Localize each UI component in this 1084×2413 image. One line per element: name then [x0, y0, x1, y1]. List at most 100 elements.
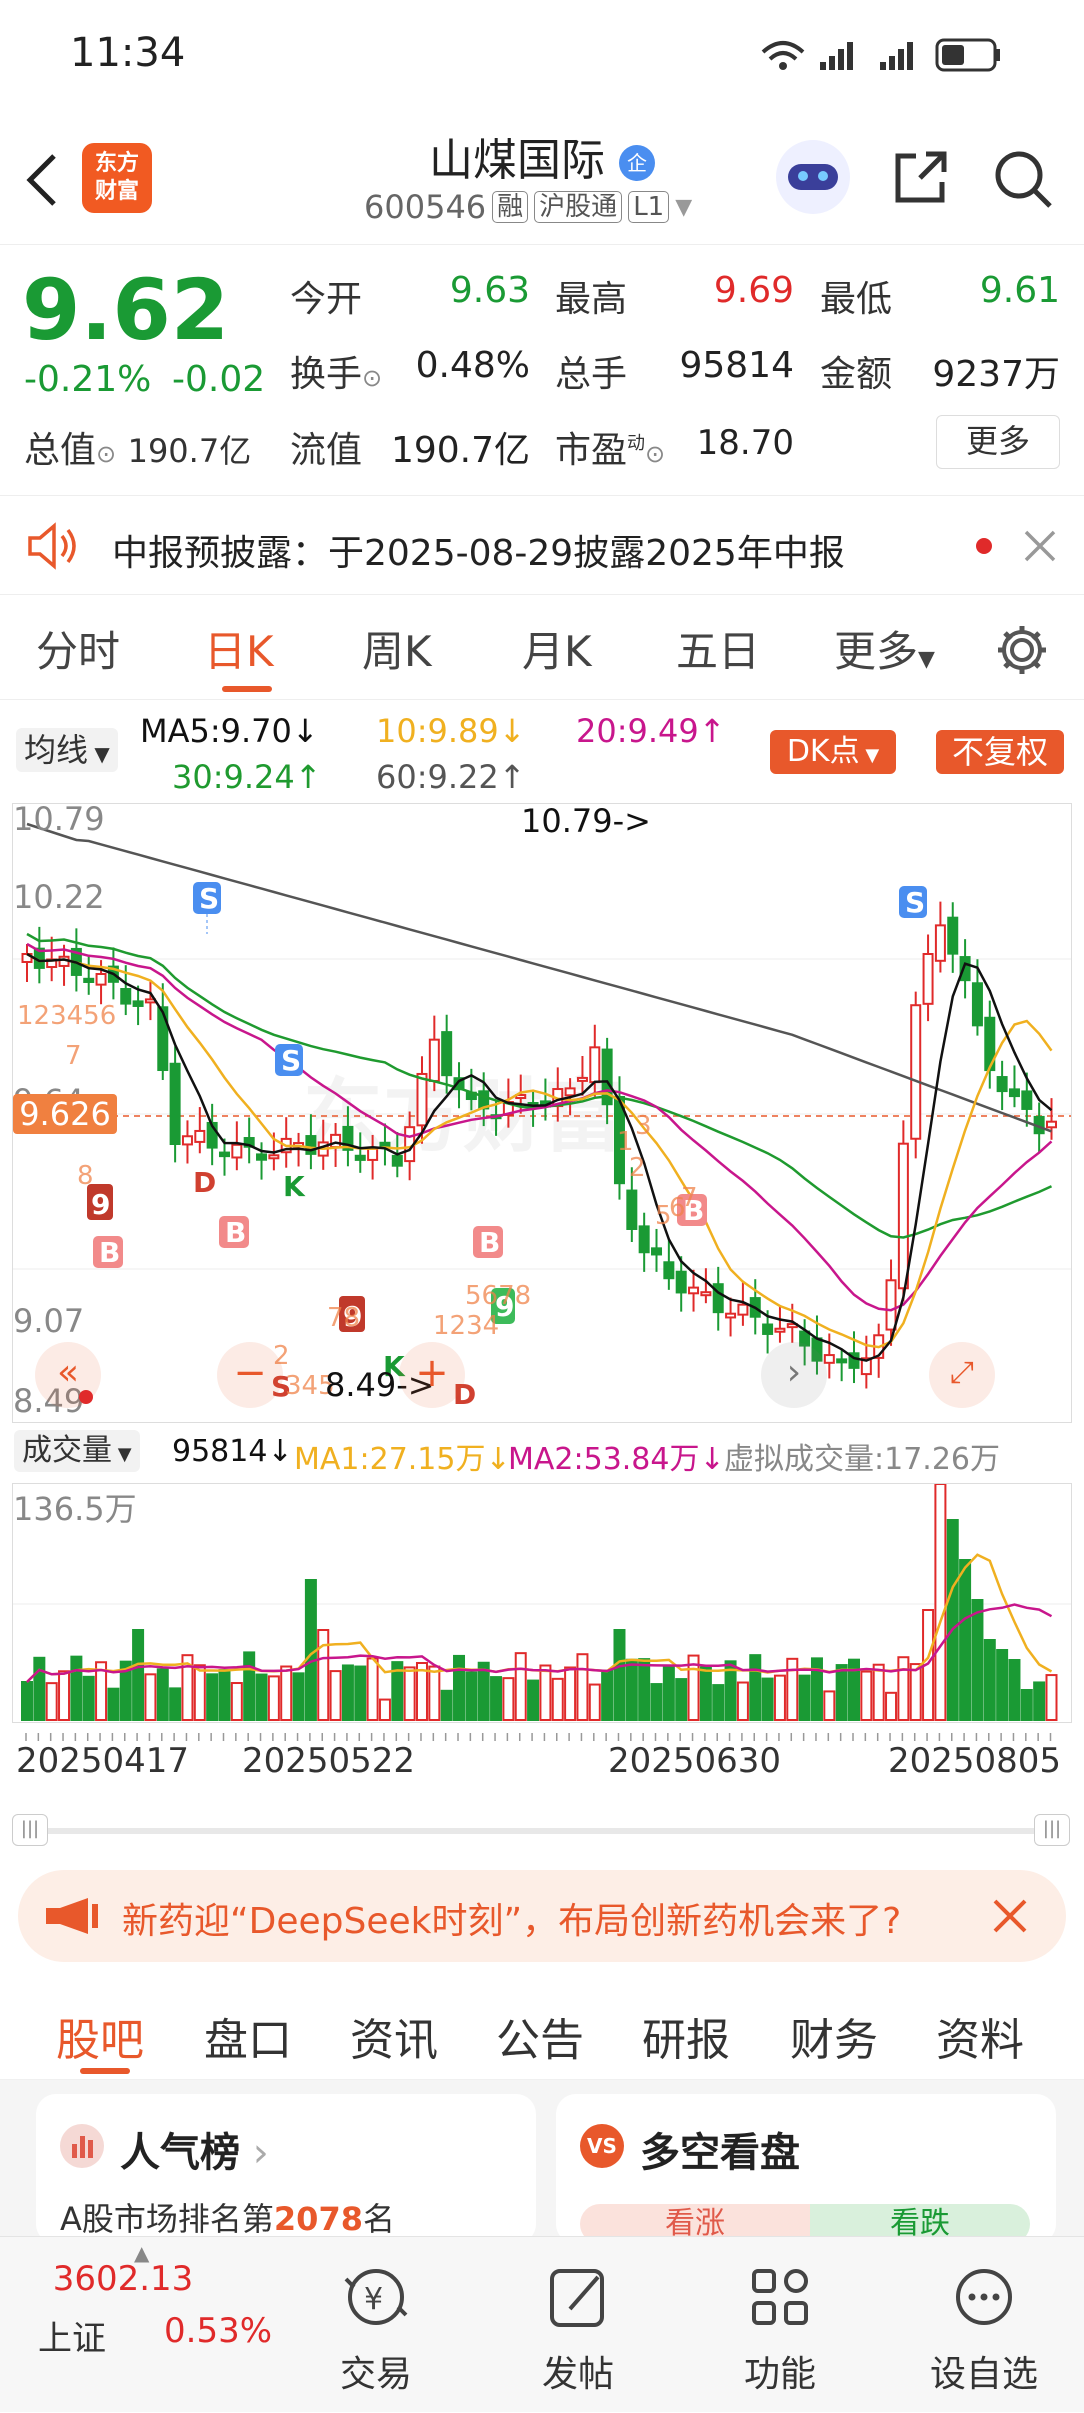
volume-bar	[243, 1651, 256, 1721]
turnover-value: 0.48%	[415, 345, 530, 386]
volume-bar	[934, 1483, 947, 1721]
search-icon[interactable]	[992, 148, 1056, 212]
volume-chart[interactable]: 136.5万	[12, 1483, 1072, 1723]
range-handle-left[interactable]: |||	[12, 1814, 48, 1846]
live-dot	[79, 1390, 93, 1404]
tab-more[interactable]: 更多▼	[834, 618, 935, 679]
nav-post[interactable]: 发帖	[508, 2237, 648, 2413]
volume-bar	[712, 1684, 725, 1722]
tab-news[interactable]: 资讯	[350, 2004, 438, 2068]
tab-research[interactable]: 研报	[642, 2004, 730, 2068]
close-icon[interactable]	[1022, 528, 1058, 564]
tab-guba[interactable]: 股吧	[56, 2004, 144, 2068]
k-marker: K	[283, 1170, 306, 1203]
popularity-card[interactable]: 人气榜 › A股市场排名第2078名	[36, 2094, 536, 2244]
candle-body	[416, 1072, 428, 1127]
mktcap-label[interactable]: 总值⊙ 190.7亿	[24, 421, 251, 473]
d-marker: D	[193, 1166, 216, 1199]
volume-bar	[144, 1673, 157, 1721]
change-pct: -0.21%	[24, 359, 152, 400]
settings-gear-icon[interactable]	[994, 622, 1050, 678]
tab-daily-k[interactable]: 日K	[204, 618, 274, 679]
candle-body	[391, 1154, 403, 1167]
nav-add-watchlist[interactable]: 设自选	[914, 2237, 1054, 2413]
volume-bar	[959, 1559, 972, 1721]
svg-text:7: 7	[681, 1183, 698, 1213]
svg-text:3: 3	[635, 1111, 652, 1141]
scroll-track	[42, 1828, 1042, 1834]
tab-monthly-k[interactable]: 月K	[522, 618, 592, 679]
signal-icon-2	[880, 42, 913, 70]
candle-body	[885, 1279, 897, 1331]
tab-weekly-k[interactable]: 周K	[362, 618, 432, 679]
more-button[interactable]: 更多	[936, 415, 1060, 469]
active-tab-indicator	[80, 2068, 130, 2074]
close-icon[interactable]	[992, 1898, 1028, 1934]
candle-body	[762, 1323, 774, 1335]
bull-bear-card[interactable]: VS 多空看盘 看涨 看跌	[556, 2094, 1056, 2244]
scroll-right-button[interactable]: ›	[761, 1342, 827, 1408]
nav-functions[interactable]: 功能	[710, 2237, 850, 2413]
volume-bar	[699, 1666, 712, 1721]
nav-trade[interactable]: ¥ 交易	[306, 2237, 446, 2413]
megaphone-icon	[46, 1898, 98, 1934]
date-axis: 20250417 20250522 20250630 20250805	[0, 1733, 1084, 1783]
open-value: 9.63	[449, 270, 530, 311]
volume-bar	[21, 1681, 33, 1721]
caret-down-icon: ▼	[112, 1444, 132, 1465]
candle-body	[428, 1038, 440, 1082]
volume-bar	[823, 1690, 836, 1722]
volume-bar	[440, 1689, 453, 1722]
svg-text:8: 8	[77, 1161, 94, 1191]
stock-code: 600546	[364, 188, 487, 226]
tab-five-day[interactable]: 五日	[676, 618, 760, 679]
zoom-out-button[interactable]: −	[217, 1342, 283, 1408]
feature-cards: 人气榜 › A股市场排名第2078名 VS 多空看盘 看涨 看跌	[0, 2080, 1084, 2244]
candle-body	[367, 1147, 379, 1161]
trade-icon: ¥	[344, 2269, 408, 2325]
candle-body	[823, 1354, 835, 1364]
low-label: 最低	[820, 279, 893, 320]
notice-bar[interactable]: 中报预披露：于2025-08-29披露2025年中报	[0, 495, 1084, 595]
fullscreen-icon[interactable]: ⤢	[929, 1342, 995, 1408]
zoom-in-button[interactable]: +	[399, 1342, 465, 1408]
svg-text:1234: 1234	[433, 1311, 499, 1341]
caret-up-icon: ▲	[134, 2241, 150, 2265]
volume-selector[interactable]: 成交量 ▼	[14, 1430, 140, 1472]
svg-text:123456: 123456	[17, 1001, 116, 1031]
tab-finance[interactable]: 财务	[790, 2004, 878, 2068]
volume-bar	[638, 1658, 651, 1721]
volume-bar	[428, 1665, 441, 1721]
tab-announcements[interactable]: 公告	[496, 2004, 584, 2068]
robot-assistant-icon[interactable]	[776, 140, 850, 214]
quote-panel: 9.62 -0.21% -0.02 总值⊙ 190.7亿 今开 9.63 最高 …	[0, 245, 1084, 495]
candle-body	[1021, 1090, 1033, 1110]
volume-bar	[736, 1681, 749, 1721]
candle-body	[971, 982, 983, 1027]
volume-bar	[502, 1677, 515, 1721]
candle-body	[95, 973, 107, 986]
promo-banner[interactable]: 新药迎“DeepSeek时刻”，布局创新药机会来了?	[18, 1870, 1066, 1962]
ma-selector[interactable]: 均线 ▼	[16, 728, 118, 772]
volume-value: 95814↓	[172, 1434, 293, 1469]
more-dots-icon	[956, 2269, 1012, 2325]
tab-profile[interactable]: 资料	[936, 2004, 1024, 2068]
volume-bar	[354, 1665, 367, 1721]
dk-point-button[interactable]: DK点 ▼	[770, 730, 896, 774]
kline-chart[interactable]: 东方财富 S S S B B B B 9 9 9 D D S K K 12345…	[12, 800, 1072, 1423]
high-annotation: 10.79->	[521, 804, 651, 840]
pe-value: 18.70	[696, 423, 794, 463]
chart-range-scrollbar[interactable]: ||| |||	[12, 1812, 1072, 1848]
content-tabs: 股吧 盘口 资讯 公告 研报 财务 资料	[0, 1980, 1084, 2080]
tab-orderbook[interactable]: 盘口	[204, 2004, 292, 2068]
index-widget[interactable]: 3602.13	[38, 2259, 208, 2299]
tab-intraday[interactable]: 分时	[36, 618, 120, 679]
volume-bar	[539, 1664, 552, 1721]
volume-bar	[576, 1653, 589, 1722]
share-icon[interactable]	[890, 148, 950, 208]
volume-bar	[909, 1663, 922, 1721]
adjust-button[interactable]: 不复权	[936, 730, 1064, 774]
candle-body	[934, 924, 946, 962]
volume-bar	[773, 1674, 786, 1722]
range-handle-right[interactable]: |||	[1034, 1814, 1070, 1846]
